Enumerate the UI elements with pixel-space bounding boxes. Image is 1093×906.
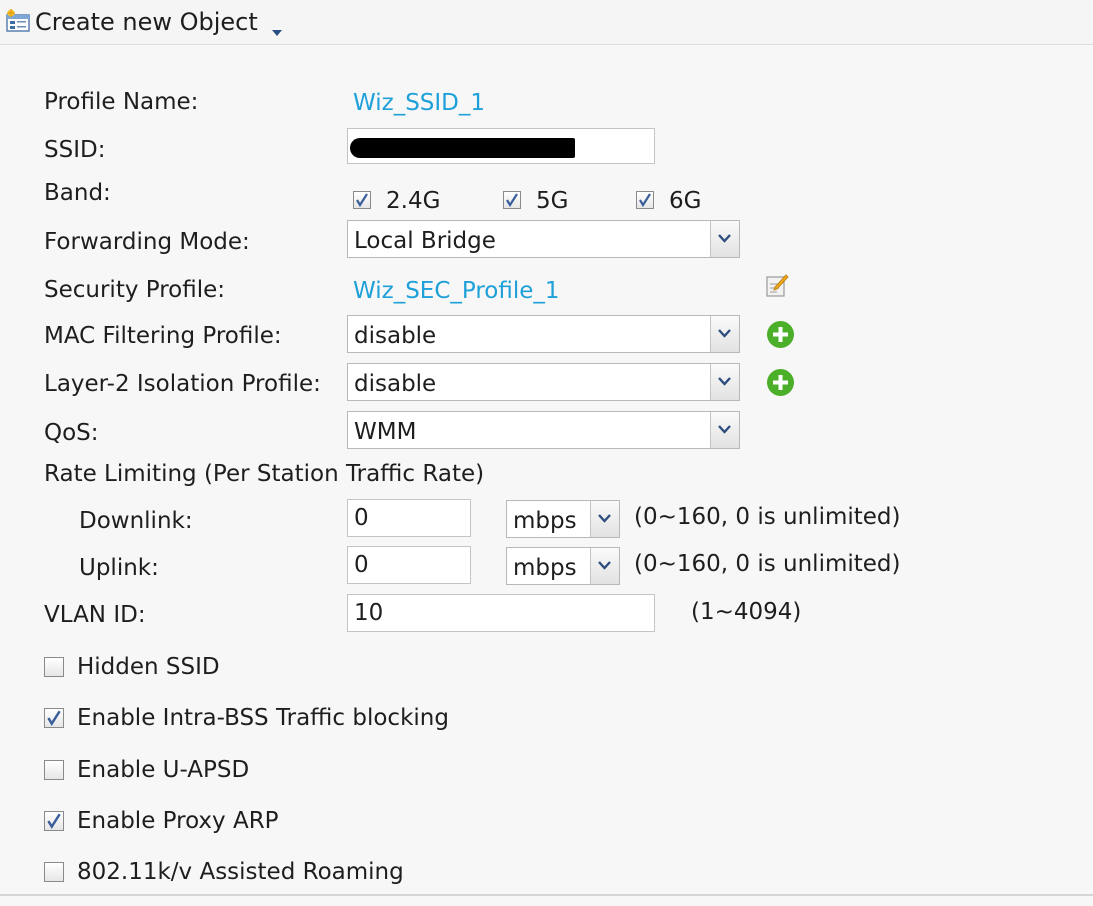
qos-select[interactable]: WMM <box>347 411 740 449</box>
downlink-hint: (0~160, 0 is unlimited) <box>634 504 901 530</box>
panel-divider <box>0 894 1093 896</box>
band-label: Band: <box>44 180 111 206</box>
profile-name-value: Wiz_SSID_1 <box>353 90 486 116</box>
mac-filtering-value: disable <box>354 323 437 349</box>
downlink-unit-select[interactable]: mbps <box>506 500 620 538</box>
chevron-down-icon[interactable] <box>710 412 739 448</box>
band-2g-checkbox[interactable] <box>353 191 371 209</box>
security-profile-label: Security Profile: <box>44 277 226 303</box>
chevron-down-icon[interactable] <box>590 548 619 584</box>
l2-isolation-value: disable <box>354 371 437 397</box>
band-6g-checkbox[interactable] <box>636 191 654 209</box>
uplink-input[interactable]: 0 <box>347 546 471 584</box>
qos-value: WMM <box>354 419 417 445</box>
l2-isolation-label: Layer-2 Isolation Profile: <box>44 371 321 397</box>
redaction-mark <box>350 138 575 158</box>
uplink-unit-select[interactable]: mbps <box>506 547 620 585</box>
u-apsd-label: Enable U-APSD <box>77 757 250 783</box>
create-object-icon[interactable] <box>5 9 31 33</box>
hidden-ssid-checkbox[interactable] <box>44 657 64 677</box>
forwarding-mode-value: Local Bridge <box>354 228 496 254</box>
chevron-down-icon[interactable] <box>590 501 619 537</box>
qos-label: QoS: <box>44 420 99 446</box>
chevron-down-icon[interactable] <box>710 316 739 352</box>
dropdown-arrow-icon[interactable] <box>271 17 283 36</box>
mac-filtering-select[interactable]: disable <box>347 315 740 353</box>
band-5g-label: 5G <box>536 188 569 214</box>
chevron-down-icon[interactable] <box>710 364 739 400</box>
mac-filtering-label: MAC Filtering Profile: <box>44 323 282 349</box>
add-mac-profile-icon[interactable] <box>766 320 795 349</box>
uplink-hint: (0~160, 0 is unlimited) <box>634 551 901 577</box>
vlan-id-label: VLAN ID: <box>44 602 146 628</box>
vlan-id-hint: (1~4094) <box>691 599 802 625</box>
forwarding-mode-label: Forwarding Mode: <box>44 229 250 255</box>
proxy-arp-label: Enable Proxy ARP <box>77 808 279 834</box>
proxy-arp-checkbox[interactable] <box>44 811 64 831</box>
vlan-id-input[interactable]: 10 <box>347 594 655 632</box>
profile-name-label: Profile Name: <box>44 89 199 115</box>
create-new-object-menu[interactable]: Create new Object <box>35 8 258 36</box>
downlink-unit-value: mbps <box>513 508 577 534</box>
chevron-down-icon[interactable] <box>710 221 739 257</box>
band-5g-checkbox[interactable] <box>503 191 521 209</box>
uplink-label: Uplink: <box>79 555 159 581</box>
downlink-input[interactable]: 0 <box>347 499 471 537</box>
u-apsd-checkbox[interactable] <box>44 760 64 780</box>
security-profile-value[interactable]: Wiz_SEC_Profile_1 <box>353 277 560 305</box>
edit-icon[interactable] <box>765 272 789 298</box>
intra-bss-blocking-label: Enable Intra-BSS Traffic blocking <box>77 705 449 731</box>
l2-isolation-select[interactable]: disable <box>347 363 740 401</box>
ssid-label: SSID: <box>44 137 106 163</box>
assisted-roaming-checkbox[interactable] <box>44 862 64 882</box>
downlink-label: Downlink: <box>79 508 193 534</box>
add-l2-profile-icon[interactable] <box>766 368 795 397</box>
assisted-roaming-label: 802.11k/v Assisted Roaming <box>77 859 404 885</box>
band-2g-label: 2.4G <box>386 188 441 214</box>
intra-bss-blocking-checkbox[interactable] <box>44 708 64 728</box>
forwarding-mode-select[interactable]: Local Bridge <box>347 220 740 258</box>
hidden-ssid-label: Hidden SSID <box>77 654 220 680</box>
toolbar: Create new Object <box>0 0 1093 45</box>
band-6g-label: 6G <box>669 188 702 214</box>
rate-limiting-heading: Rate Limiting (Per Station Traffic Rate) <box>44 461 485 487</box>
uplink-unit-value: mbps <box>513 555 577 581</box>
